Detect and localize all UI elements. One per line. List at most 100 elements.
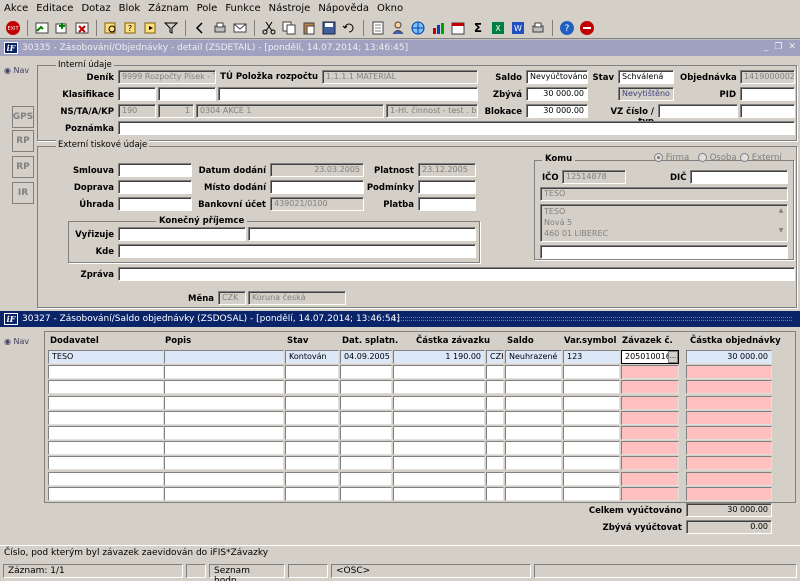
cell-dat[interactable]: 04.09.2005: [340, 350, 392, 364]
cell-dodavatel[interactable]: TESO: [48, 350, 164, 364]
kde-field[interactable]: [118, 244, 476, 258]
cell-castka[interactable]: [393, 380, 485, 395]
excel-icon[interactable]: X: [489, 19, 507, 37]
cell-dat[interactable]: [340, 395, 392, 410]
radio-osoba[interactable]: Osoba: [698, 153, 737, 163]
cell-dodavatel[interactable]: [48, 486, 164, 501]
menu-zaznam[interactable]: Záznam: [148, 3, 188, 14]
filter-icon[interactable]: [162, 19, 180, 37]
cell-dodavatel[interactable]: [48, 456, 164, 471]
cell-zavazek[interactable]: [621, 471, 679, 486]
cell-varsym[interactable]: [563, 441, 620, 456]
help-icon[interactable]: ?: [558, 19, 576, 37]
cell-dodavatel[interactable]: [48, 471, 164, 486]
word-icon[interactable]: W: [509, 19, 527, 37]
cell-zavazek[interactable]: [621, 456, 679, 471]
doprava-field[interactable]: [118, 180, 192, 194]
cell-mena[interactable]: [486, 486, 504, 501]
platnost-field[interactable]: 23.12.2005: [418, 163, 476, 177]
cell-popis[interactable]: [164, 380, 284, 395]
cell-varsym[interactable]: [563, 395, 620, 410]
objednavka-field[interactable]: 1419000002: [740, 70, 795, 84]
cell-popis[interactable]: [164, 426, 284, 440]
cell-castka_obj[interactable]: [686, 456, 772, 471]
cell-dodavatel[interactable]: [48, 441, 164, 456]
celkem-field[interactable]: 30 000.00: [686, 503, 772, 517]
cell-mena[interactable]: CZK: [486, 350, 504, 364]
cell-zavazek[interactable]: [621, 365, 679, 380]
cell-dodavatel[interactable]: [48, 365, 164, 380]
nav-button-2[interactable]: ◉ Nav: [4, 337, 29, 346]
menu-okno[interactable]: Okno: [377, 3, 403, 14]
cell-dat[interactable]: [340, 486, 392, 501]
minimize-icon[interactable]: _: [764, 42, 769, 52]
klasifikace-field-2[interactable]: [158, 87, 216, 101]
person-icon[interactable]: [389, 19, 407, 37]
cell-castka_obj[interactable]: [686, 441, 772, 456]
cell-zavazek[interactable]: [621, 395, 679, 410]
platba-field[interactable]: [418, 197, 476, 211]
radio-firma[interactable]: Firma: [654, 153, 689, 163]
cell-varsym[interactable]: [563, 365, 620, 380]
ico-field[interactable]: 12514878: [562, 170, 626, 184]
cell-saldo[interactable]: [505, 380, 562, 395]
vz-cislo-field[interactable]: [658, 104, 738, 118]
cut-icon[interactable]: [260, 19, 278, 37]
document-icon[interactable]: [369, 19, 387, 37]
menu-blok[interactable]: Blok: [119, 3, 141, 14]
calendar-icon[interactable]: [449, 19, 467, 37]
cell-saldo[interactable]: Neuhrazené: [505, 350, 562, 364]
copy-record-icon[interactable]: [53, 19, 71, 37]
cell-saldo[interactable]: [505, 410, 562, 425]
cell-zavazek[interactable]: [621, 380, 679, 395]
cell-stav[interactable]: [285, 395, 339, 410]
cell-popis[interactable]: [164, 410, 284, 425]
misto-dodani-field[interactable]: [270, 180, 364, 194]
rp-button-2[interactable]: RP: [12, 156, 34, 178]
print-preview-icon[interactable]: [529, 19, 547, 37]
cell-castka[interactable]: [393, 456, 485, 471]
cell-stav[interactable]: [285, 410, 339, 425]
gps-button[interactable]: GPS: [12, 106, 34, 128]
zbyva-field[interactable]: 30 000.00: [526, 87, 588, 101]
cell-dat[interactable]: [340, 380, 392, 395]
nav-button[interactable]: ◉ Nav: [4, 66, 29, 75]
cell-dat[interactable]: [340, 441, 392, 456]
restore-icon[interactable]: ❐: [774, 42, 782, 52]
vz-typ-field[interactable]: [740, 104, 795, 118]
cell-popis[interactable]: [164, 486, 284, 501]
cell-mena[interactable]: [486, 471, 504, 486]
poznamka-field[interactable]: [118, 121, 795, 135]
blokace-field[interactable]: 30 000.00: [526, 104, 588, 118]
ns-field[interactable]: 190: [118, 104, 156, 118]
cell-castka_obj[interactable]: [686, 410, 772, 425]
cell-castka[interactable]: [393, 486, 485, 501]
cell-varsym[interactable]: [563, 456, 620, 471]
cell-popis[interactable]: [164, 456, 284, 471]
cell-castka[interactable]: [393, 426, 485, 440]
globe-icon[interactable]: [409, 19, 427, 37]
cell-mena[interactable]: [486, 380, 504, 395]
cell-stav[interactable]: [285, 471, 339, 486]
cell-stav[interactable]: [285, 365, 339, 380]
menu-akce[interactable]: Akce: [4, 3, 28, 14]
cell-saldo[interactable]: [505, 441, 562, 456]
query-icon[interactable]: ?: [122, 19, 140, 37]
cell-varsym[interactable]: 123: [563, 350, 620, 364]
cell-mena[interactable]: [486, 426, 504, 440]
cell-castka_obj[interactable]: [686, 365, 772, 380]
cell-saldo[interactable]: [505, 395, 562, 410]
sum-icon[interactable]: Σ: [469, 19, 487, 37]
cell-zavazek[interactable]: [621, 426, 679, 440]
cell-saldo[interactable]: [505, 365, 562, 380]
cell-dodavatel[interactable]: [48, 380, 164, 395]
cell-varsym[interactable]: [563, 486, 620, 501]
exit-icon[interactable]: EXIT: [4, 19, 22, 37]
cell-stav[interactable]: [285, 441, 339, 456]
cell-saldo[interactable]: [505, 486, 562, 501]
cell-dodavatel[interactable]: [48, 395, 164, 410]
tisk-field[interactable]: Nevytištěno: [618, 87, 674, 101]
cell-zavazek[interactable]: [621, 441, 679, 456]
cell-castka[interactable]: 1 190.00: [393, 350, 485, 364]
menu-pole[interactable]: Pole: [197, 3, 218, 14]
